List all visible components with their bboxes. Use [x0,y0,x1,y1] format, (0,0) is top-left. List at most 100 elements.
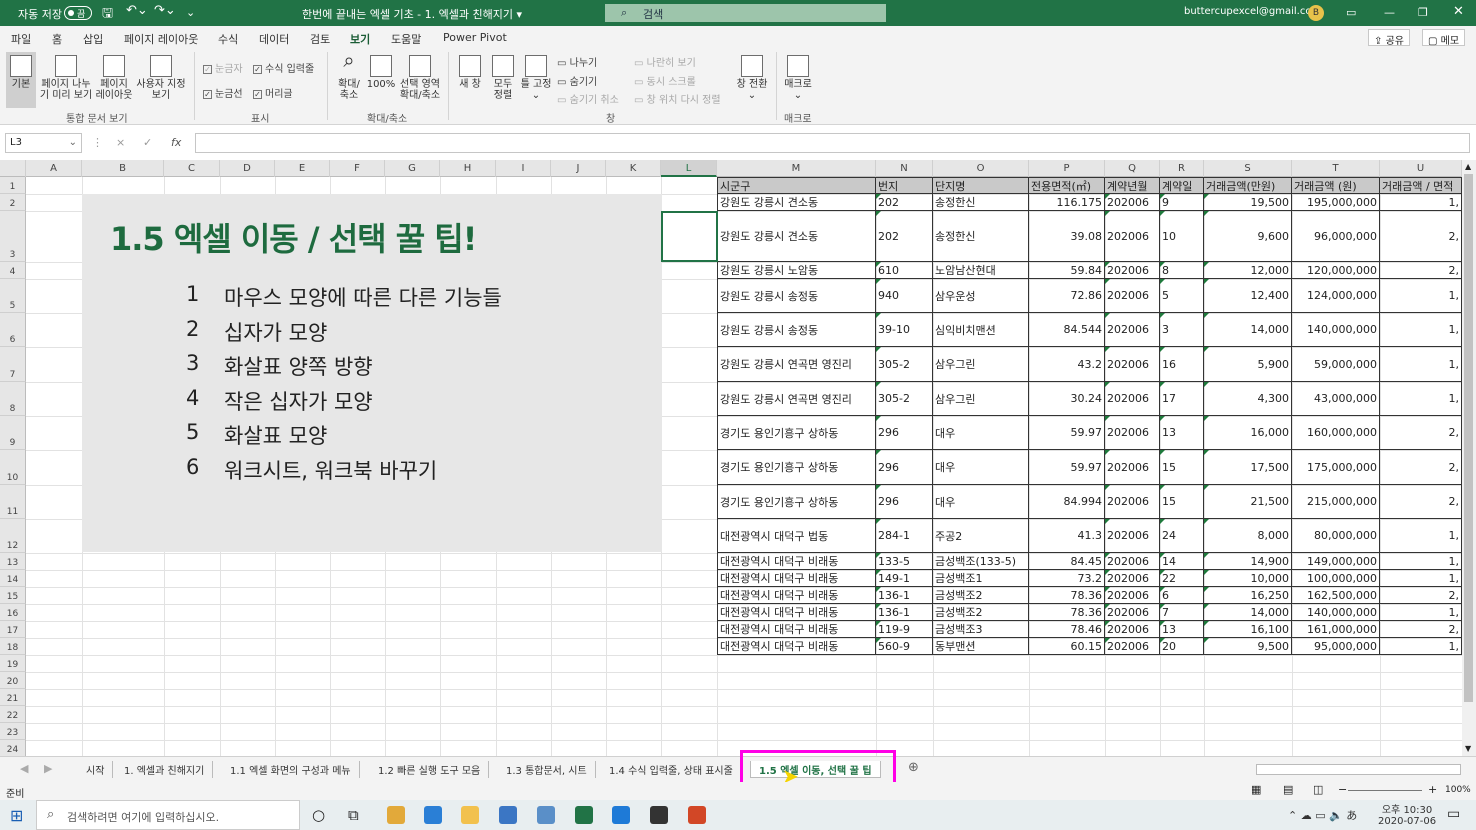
column-header-Q[interactable]: Q [1105,160,1160,177]
table-cell[interactable]: 19,500 [1204,194,1292,211]
table-cell[interactable]: 59.97 [1029,450,1105,485]
table-cell[interactable]: 202006 [1105,604,1160,621]
table-cell[interactable]: 84.45 [1029,553,1105,570]
ruler-checkbox[interactable]: ✓ 눈금자 [203,60,243,75]
table-cell[interactable]: 대전광역시 대덕구 비래동 [717,587,876,604]
page-layout-icon[interactable]: ▤ [1283,783,1293,796]
row-header-23[interactable]: 23 [0,723,26,740]
windows-start-icon[interactable]: ⊞ [10,806,23,825]
table-cell[interactable]: 30.24 [1029,382,1105,416]
table-cell[interactable]: 202006 [1105,519,1160,553]
table-header-cell[interactable]: 전용면적(㎡) [1029,177,1105,194]
column-header-L[interactable]: L [661,160,717,177]
table-cell[interactable]: 1, [1380,347,1462,382]
table-cell[interactable]: 2, [1380,211,1462,262]
table-cell[interactable]: 16 [1160,347,1204,382]
table-cell[interactable]: 2, [1380,485,1462,519]
table-cell[interactable]: 대전광역시 대덕구 비래동 [717,553,876,570]
table-cell[interactable]: 1, [1380,553,1462,570]
autosave-toggle[interactable]: 끔 [64,6,92,20]
table-cell[interactable]: 202006 [1105,416,1160,450]
column-header-J[interactable]: J [551,160,606,177]
table-cell[interactable]: 1, [1380,604,1462,621]
table-cell[interactable]: 202006 [1105,485,1160,519]
table-cell[interactable]: 162,500,000 [1292,587,1380,604]
table-cell[interactable]: 136-1 [876,604,933,621]
table-cell[interactable]: 60.15 [1029,638,1105,655]
column-header-U[interactable]: U [1380,160,1462,177]
column-header-O[interactable]: O [933,160,1029,177]
table-cell[interactable]: 2, [1380,621,1462,638]
tab-review[interactable]: 검토 [310,31,330,47]
table-cell[interactable]: 15 [1160,485,1204,519]
remote-desktop-icon[interactable] [537,806,555,824]
table-cell[interactable]: 202006 [1105,347,1160,382]
column-header-D[interactable]: D [220,160,275,177]
row-header-18[interactable]: 18 [0,638,26,655]
table-cell[interactable]: 96,000,000 [1292,211,1380,262]
add-sheet-icon[interactable]: ⊕ [908,760,919,775]
tab-data[interactable]: 데이터 [259,31,289,47]
row-header-11[interactable]: 11 [0,485,26,519]
redo-icon[interactable]: ↷⌄ [154,3,176,18]
row-header-9[interactable]: 9 [0,416,26,450]
page-break-preview-button[interactable]: 페이지 나누 기 미리 보기 [38,52,94,101]
table-cell[interactable]: 202006 [1105,553,1160,570]
table-cell[interactable]: 296 [876,416,933,450]
table-cell[interactable]: 강원도 강릉시 연곡면 영진리 [717,347,876,382]
table-cell[interactable]: 7 [1160,604,1204,621]
powerpoint-icon[interactable] [688,806,706,824]
table-cell[interactable]: 12,000 [1204,262,1292,279]
row-header-16[interactable]: 16 [0,604,26,621]
table-cell[interactable]: 강원도 강릉시 연곡면 영진리 [717,382,876,416]
table-cell[interactable]: 주공2 [933,519,1029,553]
table-cell[interactable]: 대우 [933,450,1029,485]
column-header-B[interactable]: B [82,160,164,177]
tab-home[interactable]: 홈 [52,31,62,47]
sheet-tab-1-2[interactable]: 1.2 빠른 실행 도구 모음 [370,761,490,778]
table-cell[interactable]: 140,000,000 [1292,313,1380,347]
save-icon[interactable]: 🖫 [102,4,113,26]
tab-help[interactable]: 도움말 [391,31,421,47]
table-cell[interactable]: 6 [1160,587,1204,604]
table-cell[interactable]: 1, [1380,194,1462,211]
table-header-cell[interactable]: 거래금액 / 면적 [1380,177,1462,194]
table-cell[interactable]: 강원도 강릉시 견소동 [717,194,876,211]
column-header-M[interactable]: M [717,160,876,177]
table-cell[interactable]: 1, [1380,279,1462,313]
page-layout-view-button[interactable]: 페이지 레이아웃 [94,52,134,101]
table-cell[interactable]: 금성백조1 [933,570,1029,587]
table-cell[interactable]: 43.2 [1029,347,1105,382]
row-header-20[interactable]: 20 [0,672,26,689]
name-box[interactable]: L3 ⌄ [5,133,82,153]
table-cell[interactable]: 940 [876,279,933,313]
tray-icons[interactable]: ⌃ ☁ ▭ 🔈 あ [1288,807,1357,823]
ribbon-display-icon[interactable]: ▭ [1346,6,1356,19]
new-window-button[interactable]: 새 창 [455,52,485,90]
table-cell[interactable]: 100,000,000 [1292,570,1380,587]
table-cell[interactable]: 14 [1160,553,1204,570]
table-cell[interactable]: 305-2 [876,382,933,416]
table-cell[interactable]: 84.994 [1029,485,1105,519]
row-header-22[interactable]: 22 [0,706,26,723]
table-cell[interactable]: 119-9 [876,621,933,638]
table-cell[interactable]: 9,600 [1204,211,1292,262]
hide-button[interactable]: ▭ 숨기기 [557,73,597,88]
table-header-cell[interactable]: 거래금액(만원) [1204,177,1292,194]
table-cell[interactable]: 59.84 [1029,262,1105,279]
column-header-C[interactable]: C [164,160,220,177]
row-header-6[interactable]: 6 [0,313,26,347]
table-cell[interactable]: 삼우그린 [933,347,1029,382]
row-header-4[interactable]: 4 [0,262,26,279]
window-title[interactable]: 한번에 끝내는 엑셀 기초 - 1. 엑셀과 친해지기 ▾ [302,6,522,22]
next-sheet-icon[interactable]: ▶ [44,762,52,775]
table-cell[interactable]: 2, [1380,416,1462,450]
table-cell[interactable]: 강원도 강릉시 견소동 [717,211,876,262]
table-cell[interactable]: 12,400 [1204,279,1292,313]
table-cell[interactable]: 59,000,000 [1292,347,1380,382]
tab-power-pivot[interactable]: Power Pivot [443,31,507,44]
normal-view-icon[interactable]: ▦ [1251,783,1261,796]
table-cell[interactable]: 대전광역시 대덕구 비래동 [717,570,876,587]
table-cell[interactable]: 21,500 [1204,485,1292,519]
table-cell[interactable]: 강원도 강릉시 노암동 [717,262,876,279]
